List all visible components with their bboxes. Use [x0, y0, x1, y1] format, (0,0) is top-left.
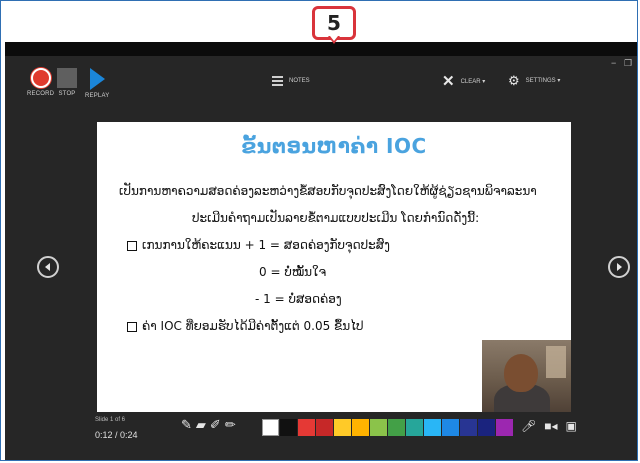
slide-bullet-scoring: ເກນການໃຫ້ຄະແນນ + 1 = ສອດຄ່ອງກັບຈຸດປະສົງ	[127, 238, 390, 252]
step-number: 5	[327, 11, 341, 35]
settings-button[interactable]: ⚙ SETTINGS ▾	[508, 74, 560, 87]
color-palette	[262, 419, 513, 436]
slide-preview: ຂັ້ນຕອນຫາຄ່າ IOC ເປັນການຫາຄວາມສອດຄ່ອງລະຫ…	[97, 122, 571, 412]
webcam-preview	[482, 340, 571, 412]
notes-button[interactable]: NOTES	[272, 76, 310, 86]
color-swatch[interactable]	[442, 419, 459, 436]
slide-text-line: ຄ່າ IOC ທີ່ຍອມຮັບໄດ້ມີຄ່າຕັ້ງແຕ່ 0.05 ຂຶ…	[142, 319, 364, 333]
slide-text-line: ປະເມີນຄຳຖາມເປັນລາຍຂໍ້ຕາມແບບປະເມີນ ໂດຍກຳນ…	[192, 211, 480, 225]
color-swatch[interactable]	[496, 419, 513, 436]
clear-x-icon: ✕	[442, 73, 455, 90]
replay-button[interactable]: REPLAY	[85, 68, 109, 99]
slide-text-line: ເກນການໃຫ້ຄະແນນ + 1 = ສອດຄ່ອງກັບຈຸດປະສົງ	[142, 238, 390, 252]
color-swatch[interactable]	[388, 419, 405, 436]
media-toggles: 🎤︎ ■◂ ▣	[521, 420, 577, 432]
marker-icon[interactable]: ✏	[225, 418, 236, 431]
title-bar	[5, 42, 637, 56]
slide-title: ຂັ້ນຕອນຫາຄ່າ IOC	[241, 134, 427, 158]
record-icon	[30, 68, 51, 88]
stop-label: STOP	[58, 91, 76, 97]
color-swatch[interactable]	[262, 419, 279, 436]
camera-icon[interactable]: ■◂	[544, 420, 557, 432]
color-swatch[interactable]	[352, 419, 369, 436]
step-callout: 5	[312, 6, 356, 40]
record-label: RECORD	[27, 91, 55, 97]
color-swatch[interactable]	[334, 419, 351, 436]
microphone-icon[interactable]: 🎤︎	[521, 420, 536, 432]
webcam-person-face	[504, 354, 538, 392]
slide-text-line: ເປັນການຫາຄວາມສອດຄ່ອງລະຫວ່າງຂໍ້ສອບກັບຈຸດປ…	[119, 184, 537, 198]
clear-button[interactable]: ✕ CLEAR ▾	[442, 74, 485, 89]
recording-timer: 0:12 / 0:24	[95, 430, 138, 440]
next-slide-button[interactable]	[608, 256, 630, 278]
checkbox-icon	[127, 240, 137, 251]
minimize-icon[interactable]: −	[611, 58, 616, 68]
color-swatch[interactable]	[316, 419, 333, 436]
checkbox-icon	[127, 321, 137, 332]
stop-button[interactable]: STOP	[57, 68, 77, 97]
replay-label: REPLAY	[85, 93, 110, 99]
stop-icon	[57, 68, 77, 88]
previous-slide-button[interactable]	[37, 256, 59, 278]
notes-label: NOTES	[289, 78, 310, 84]
color-swatch[interactable]	[280, 419, 297, 436]
chevron-right-icon	[617, 263, 622, 271]
restore-icon[interactable]: ❐	[624, 58, 632, 69]
color-swatch[interactable]	[460, 419, 477, 436]
color-swatch[interactable]	[478, 419, 495, 436]
slide-text-line: - 1 = ບໍ່ສອດຄ່ອງ	[255, 292, 342, 306]
camera-preview-icon[interactable]: ▣	[566, 420, 577, 432]
pen-icon[interactable]: ✎	[181, 418, 192, 431]
color-swatch[interactable]	[370, 419, 387, 436]
settings-label: SETTINGS ▾	[525, 78, 561, 84]
webcam-background-light	[546, 346, 566, 378]
gear-icon: ⚙	[508, 73, 520, 88]
chevron-left-icon	[45, 263, 50, 271]
notes-icon	[272, 76, 283, 86]
eraser-icon[interactable]: ▰	[196, 418, 206, 431]
color-swatch[interactable]	[406, 419, 423, 436]
callout-pointer-inner	[330, 36, 338, 41]
play-icon	[89, 68, 105, 90]
color-swatch[interactable]	[298, 419, 315, 436]
highlighter-icon[interactable]: ✐	[210, 418, 221, 431]
color-swatch[interactable]	[424, 419, 441, 436]
pen-tools: ✎ ▰ ✐ ✏	[181, 418, 236, 431]
slide-text-line: 0 = ບໍ່ໝັ້ນໃຈ	[259, 265, 327, 279]
record-button[interactable]: RECORD	[27, 68, 54, 97]
clear-label: CLEAR ▾	[460, 79, 486, 85]
recording-window: − ❐ RECORD STOP REPLAY NOTES ✕ CLEAR ▾ ⚙…	[5, 42, 637, 460]
slide-counter: Slide 1 of 6	[95, 417, 126, 423]
slide-bullet-ioc: ຄ່າ IOC ທີ່ຍອມຮັບໄດ້ມີຄ່າຕັ້ງແຕ່ 0.05 ຂຶ…	[127, 319, 364, 333]
